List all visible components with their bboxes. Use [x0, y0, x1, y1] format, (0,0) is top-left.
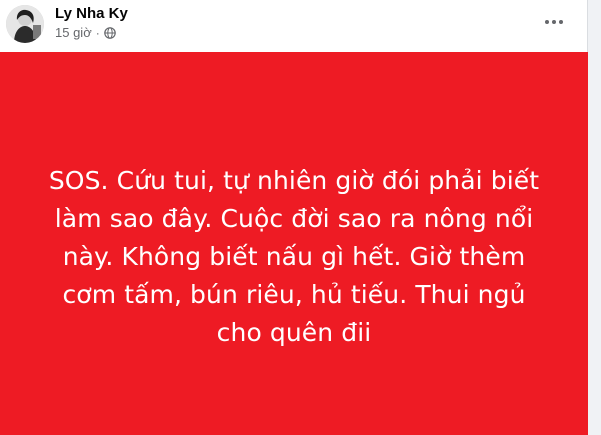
- more-options-button[interactable]: [540, 8, 568, 36]
- avatar[interactable]: [6, 5, 44, 43]
- post-time[interactable]: 15 giờ: [55, 25, 92, 41]
- more-horizontal-icon: [545, 20, 563, 24]
- post-card: Ly Nha Ky 15 giờ · SOS. Cứu tui, tự nhiê…: [0, 0, 588, 435]
- post-body-text: SOS. Cứu tui, tự nhiên giờ đói phải biết…: [48, 165, 540, 347]
- avatar-image: [6, 5, 44, 43]
- post-meta: 15 giờ ·: [55, 25, 116, 41]
- author-name[interactable]: Ly Nha Ky: [55, 4, 128, 24]
- globe-icon[interactable]: [103, 27, 116, 39]
- post-header: Ly Nha Ky 15 giờ ·: [0, 0, 588, 52]
- meta-separator: ·: [95, 26, 100, 40]
- post-background[interactable]: SOS. Cứu tui, tự nhiên giờ đói phải biết…: [0, 52, 588, 435]
